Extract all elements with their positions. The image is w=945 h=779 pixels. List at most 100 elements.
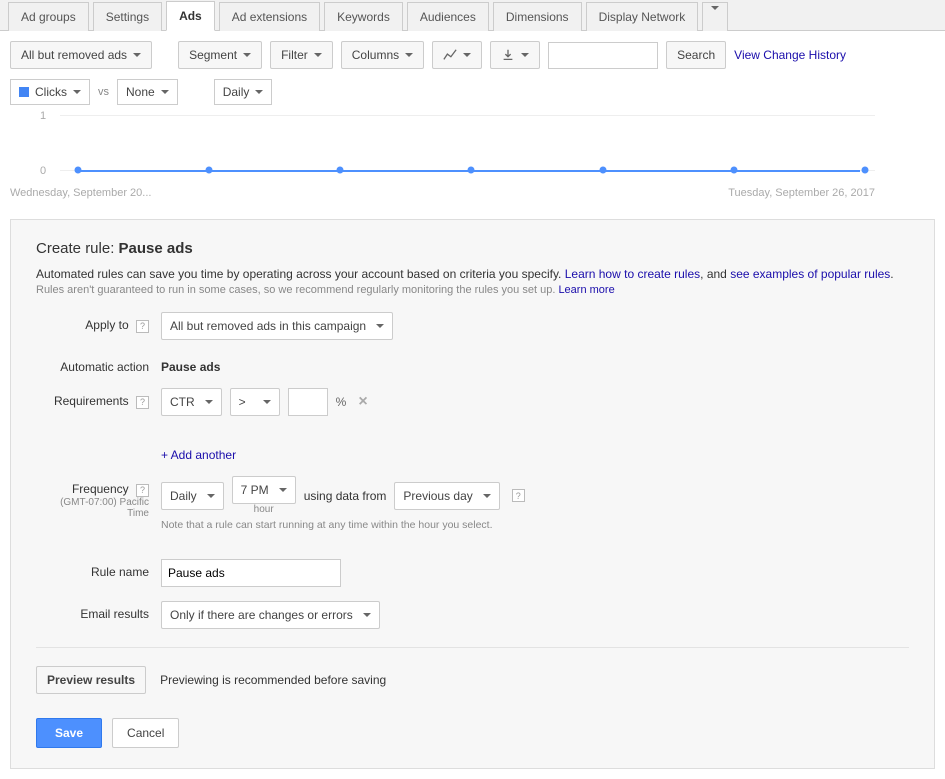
chevron-down-icon <box>314 53 322 57</box>
chevron-down-icon <box>363 613 371 617</box>
requirement-metric-value: CTR <box>170 395 195 409</box>
chevron-down-icon <box>463 53 471 57</box>
hour-sublabel: hour <box>254 504 274 515</box>
requirement-operator-dropdown[interactable]: > <box>230 388 280 416</box>
main-tabs: Ad groups Settings Ads Ad extensions Key… <box>0 0 945 31</box>
help-icon[interactable]: ? <box>136 396 149 409</box>
action-row: Save Cancel <box>36 718 909 748</box>
metric-row: Clicks vs None Daily <box>0 79 945 115</box>
vs-label: vs <box>98 86 109 98</box>
chart-type-button[interactable] <box>432 41 482 69</box>
search-input[interactable] <box>548 42 658 69</box>
columns-dropdown[interactable]: Columns <box>341 41 424 69</box>
granularity-dropdown[interactable]: Daily <box>214 79 273 105</box>
chevron-down-icon <box>207 494 215 498</box>
frequency-label: Frequency ? (GMT-07:00) Pacific Time <box>36 476 161 519</box>
frequency-interval-dropdown[interactable]: Daily <box>161 482 224 510</box>
requirement-metric-dropdown[interactable]: CTR <box>161 388 222 416</box>
x-start-label: Wednesday, September 20... <box>10 187 151 199</box>
data-range-dropdown[interactable]: Previous day <box>394 482 499 510</box>
chevron-down-icon <box>376 324 384 328</box>
using-data-from-label: using data from <box>304 489 387 503</box>
chevron-down-icon <box>133 53 141 57</box>
create-rule-panel: Create rule: Pause ads Automated rules c… <box>10 219 935 769</box>
secondary-metric-label: None <box>126 85 155 99</box>
chevron-down-icon <box>711 6 719 24</box>
segment-label: Segment <box>189 48 237 62</box>
help-icon[interactable]: ? <box>136 320 149 333</box>
preview-row: Preview results Previewing is recommende… <box>36 666 909 694</box>
requirement-value-input[interactable] <box>288 388 328 416</box>
preview-text: Previewing is recommended before saving <box>160 673 386 687</box>
tab-dimensions[interactable]: Dimensions <box>493 2 582 31</box>
view-change-history-link[interactable]: View Change History <box>734 48 846 62</box>
frequency-note: Note that a rule can start running at an… <box>161 519 909 531</box>
tab-settings[interactable]: Settings <box>93 2 162 31</box>
tab-audiences[interactable]: Audiences <box>407 2 489 31</box>
rule-name-input[interactable] <box>161 559 341 587</box>
requirements-label: Requirements ? <box>36 388 161 409</box>
data-point <box>74 167 81 174</box>
filter-label: Filter <box>281 48 308 62</box>
frequency-hour-dropdown[interactable]: 7 PM <box>232 476 296 504</box>
apply-to-value: All but removed ads in this campaign <box>170 319 366 333</box>
chevron-down-icon <box>73 90 81 94</box>
tab-keywords[interactable]: Keywords <box>324 2 403 31</box>
panel-title: Create rule: Pause ads <box>36 240 909 257</box>
divider <box>36 647 909 648</box>
filter-dropdown[interactable]: Filter <box>270 41 333 69</box>
save-button[interactable]: Save <box>36 718 102 748</box>
y-tick-0: 0 <box>40 165 46 177</box>
data-point <box>599 167 606 174</box>
chevron-down-icon <box>243 53 251 57</box>
requirement-unit: % <box>336 395 347 409</box>
automatic-action-value: Pause ads <box>161 354 909 374</box>
learn-create-rules-link[interactable]: Learn how to create rules <box>565 267 700 281</box>
tab-more[interactable] <box>702 2 728 31</box>
secondary-metric-dropdown[interactable]: None <box>117 79 178 105</box>
data-point <box>337 167 344 174</box>
tab-ad-groups[interactable]: Ad groups <box>8 2 89 31</box>
download-button[interactable] <box>490 41 540 69</box>
data-point <box>205 167 212 174</box>
x-end-label: Tuesday, September 26, 2017 <box>728 187 875 199</box>
frequency-interval-value: Daily <box>170 489 197 503</box>
scope-label: All but removed ads <box>21 48 127 62</box>
apply-to-dropdown[interactable]: All but removed ads in this campaign <box>161 312 393 340</box>
rule-name-label: Rule name <box>36 559 161 579</box>
chevron-down-icon <box>483 494 491 498</box>
data-range-value: Previous day <box>403 489 472 503</box>
cancel-button[interactable]: Cancel <box>112 718 179 748</box>
frequency-hour-value: 7 PM <box>241 483 269 497</box>
title-name: Pause ads <box>119 240 193 257</box>
segment-dropdown[interactable]: Segment <box>178 41 262 69</box>
add-requirement-link[interactable]: + Add another <box>161 448 909 462</box>
granularity-label: Daily <box>223 85 250 99</box>
primary-metric-dropdown[interactable]: Clicks <box>10 79 90 105</box>
help-icon[interactable]: ? <box>512 489 525 502</box>
email-results-dropdown[interactable]: Only if there are changes or errors <box>161 601 380 629</box>
chevron-down-icon <box>205 400 213 404</box>
chevron-down-icon <box>521 53 529 57</box>
chart: 1 0 Wednesday, September 20... Tuesday, … <box>0 115 945 209</box>
tab-ad-extensions[interactable]: Ad extensions <box>219 2 320 31</box>
frequency-timezone: (GMT-07:00) Pacific Time <box>36 497 149 519</box>
columns-label: Columns <box>352 48 399 62</box>
scope-dropdown[interactable]: All but removed ads <box>10 41 152 69</box>
chevron-down-icon <box>255 90 263 94</box>
preview-results-button[interactable]: Preview results <box>36 666 146 694</box>
email-results-label: Email results <box>36 601 161 621</box>
search-button[interactable]: Search <box>666 41 726 69</box>
help-icon[interactable]: ? <box>136 484 149 497</box>
panel-subdescription: Rules aren't guaranteed to run in some c… <box>36 284 909 296</box>
title-prefix: Create rule: <box>36 240 119 257</box>
toolbar: All but removed ads Segment Filter Colum… <box>0 31 945 79</box>
panel-description: Automated rules can save you time by ope… <box>36 267 909 281</box>
see-examples-link[interactable]: see examples of popular rules <box>730 267 890 281</box>
tab-display-network[interactable]: Display Network <box>586 2 699 31</box>
remove-requirement-button[interactable]: × <box>354 393 371 411</box>
download-icon <box>501 48 515 62</box>
tab-ads[interactable]: Ads <box>166 1 215 31</box>
learn-more-link[interactable]: Learn more <box>558 284 614 296</box>
data-point <box>862 167 869 174</box>
